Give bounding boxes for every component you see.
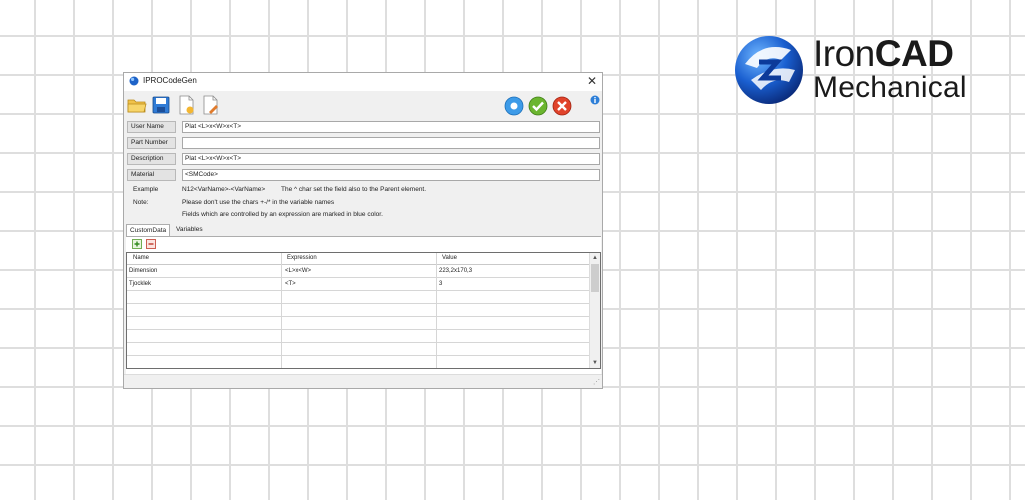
- logo-iron-text: Iron: [813, 33, 875, 74]
- material-label: Material: [127, 169, 176, 181]
- part-number-input[interactable]: [182, 137, 600, 149]
- customdata-panel: Name Expression Value Dimension <L>x<W> …: [126, 236, 601, 375]
- logo-mechanical-text: Mechanical: [813, 71, 967, 104]
- empty-row[interactable]: [127, 356, 592, 368]
- ok-check-icon[interactable]: [528, 96, 548, 116]
- ironcad-logo: IronCAD Mechanical: [733, 34, 1003, 106]
- column-separator: [281, 253, 282, 368]
- column-header-name[interactable]: Name: [133, 253, 149, 264]
- customdata-grid: Name Expression Value Dimension <L>x<W> …: [126, 252, 601, 369]
- add-row-icon[interactable]: [132, 239, 142, 249]
- info-icon[interactable]: [504, 96, 524, 116]
- window-title: IPROCodeGen: [143, 76, 197, 85]
- example-text: N12<VarName>-<VarName>: [182, 186, 266, 193]
- tab-variables[interactable]: Variables: [176, 224, 203, 236]
- note-line-2: Fields which are controlled by an expres…: [182, 211, 383, 218]
- empty-row[interactable]: [127, 291, 592, 304]
- cell-expression[interactable]: <T>: [285, 278, 296, 291]
- empty-row[interactable]: [127, 304, 592, 317]
- ironcad-globe-icon: [735, 36, 803, 104]
- cell-expression[interactable]: <L>x<W>: [285, 265, 311, 278]
- cell-value[interactable]: 3: [439, 278, 442, 291]
- about-icon[interactable]: [590, 95, 600, 105]
- toolbar: [124, 93, 602, 119]
- edit-document-icon[interactable]: [200, 95, 220, 115]
- column-header-value[interactable]: Value: [442, 253, 457, 264]
- note-line-1: Please don't use the chars +-/* in the v…: [182, 199, 335, 206]
- table-row[interactable]: Dimension <L>x<W> 223,2x170,3: [127, 265, 592, 278]
- cell-value[interactable]: 223,2x170,3: [439, 265, 472, 278]
- part-number-label: Part Number: [127, 137, 176, 149]
- example-label: Example: [133, 186, 159, 193]
- save-icon[interactable]: [151, 95, 171, 115]
- empty-row[interactable]: [127, 317, 592, 330]
- scroll-down-icon[interactable]: ▼: [591, 359, 599, 367]
- resize-grip-icon[interactable]: ⋰: [593, 379, 600, 387]
- user-name-input[interactable]: Plat <L>x<W>x<T>: [182, 121, 600, 133]
- column-header-expression[interactable]: Expression: [287, 253, 317, 264]
- description-input[interactable]: Plat <L>x<W>x<T>: [182, 153, 600, 165]
- close-button[interactable]: ✕: [587, 74, 597, 88]
- open-folder-icon[interactable]: [127, 95, 147, 115]
- status-bar: ⋰: [124, 374, 602, 388]
- empty-row[interactable]: [127, 343, 592, 356]
- scroll-up-icon[interactable]: ▲: [591, 254, 599, 262]
- example-hint: The ^ char set the field also to the Par…: [281, 186, 427, 193]
- column-separator: [436, 253, 437, 368]
- title-bar[interactable]: IPROCodeGen ✕: [124, 73, 602, 91]
- tab-customdata[interactable]: CustomData: [126, 224, 171, 236]
- new-document-icon[interactable]: [176, 95, 196, 115]
- empty-row[interactable]: [127, 330, 592, 343]
- scroll-thumb[interactable]: [591, 264, 599, 292]
- user-name-label: User Name: [127, 121, 176, 133]
- table-row[interactable]: Tjocklek <T> 3: [127, 278, 592, 291]
- description-label: Description: [127, 153, 176, 165]
- delete-row-icon[interactable]: [146, 239, 156, 249]
- cancel-x-icon[interactable]: [552, 96, 572, 116]
- logo-cad-text: CAD: [874, 33, 954, 74]
- cell-name[interactable]: Dimension: [129, 265, 157, 278]
- grid-scrollbar[interactable]: ▲ ▼: [589, 253, 600, 368]
- note-label: Note:: [133, 199, 149, 206]
- grid-header: Name Expression Value: [127, 253, 592, 265]
- app-globe-icon: [129, 76, 139, 86]
- cell-name[interactable]: Tjocklek: [129, 278, 151, 291]
- iprocodegen-dialog: IPROCodeGen ✕ User Name Plat <L>x<W>x<T>…: [123, 72, 603, 389]
- material-input[interactable]: <SMCode>: [182, 169, 600, 181]
